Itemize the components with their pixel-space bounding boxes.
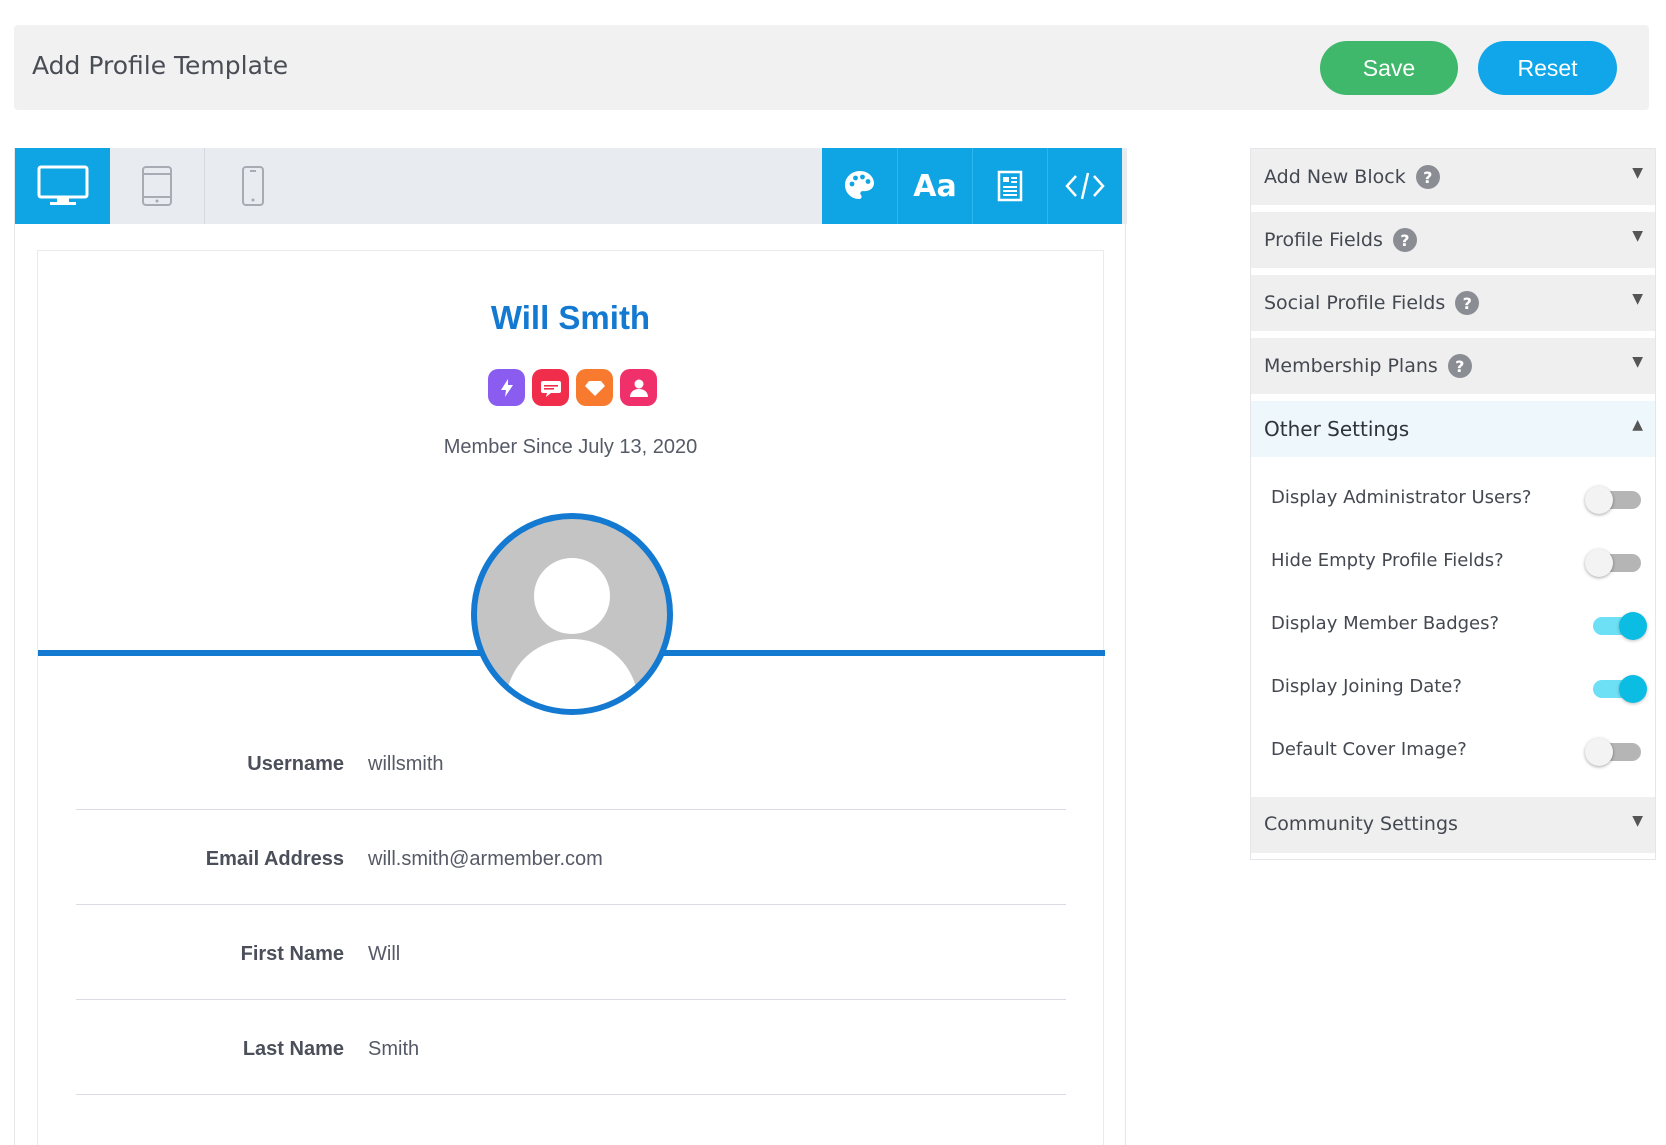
field-value: Smith bbox=[368, 1038, 420, 1060]
avatar[interactable] bbox=[471, 513, 673, 715]
display-member-badges-toggle[interactable] bbox=[1593, 612, 1647, 640]
section-add-new-block[interactable]: Add New Block? ▼ bbox=[1251, 149, 1655, 205]
page-header: Add Profile Template Save Reset bbox=[14, 25, 1649, 110]
font-settings-button[interactable]: Aa bbox=[897, 148, 972, 224]
save-button[interactable]: Save bbox=[1320, 41, 1458, 95]
section-label: Other Settings bbox=[1264, 417, 1410, 441]
member-since: Member Since July 13, 2020 bbox=[443, 436, 698, 458]
setting-label: Display Member Badges? bbox=[1271, 613, 1500, 634]
profile-preview-card: Will Smith Member Since July 13, 2020 Us… bbox=[37, 250, 1105, 1145]
setting-hide-empty-profile-fields: Hide Empty Profile Fields? bbox=[1271, 548, 1641, 578]
layout-settings-button[interactable] bbox=[972, 148, 1047, 224]
field-value: will.smith@armember.com bbox=[368, 848, 603, 870]
profile-field-row: Username willsmith bbox=[76, 715, 1066, 810]
section-profile-fields[interactable]: Profile Fields? ▼ bbox=[1251, 212, 1655, 268]
profile-field-row: Email Address will.smith@armember.com bbox=[76, 810, 1066, 905]
help-icon[interactable]: ? bbox=[1415, 165, 1440, 189]
field-label: Last Name bbox=[242, 1038, 344, 1060]
section-label: Add New Block bbox=[1264, 166, 1406, 188]
help-icon[interactable]: ? bbox=[1447, 354, 1472, 378]
chevron-up-icon: ▲ bbox=[1632, 417, 1643, 433]
default-cover-image-toggle[interactable] bbox=[1585, 738, 1641, 766]
settings-sidebar: Add New Block? ▼ Profile Fields? ▼ Socia… bbox=[1250, 148, 1656, 860]
chevron-down-icon: ▼ bbox=[1632, 354, 1643, 370]
editor-toolbar: Aa bbox=[15, 148, 1127, 224]
setting-label: Default Cover Image? bbox=[1271, 739, 1467, 760]
display-administrator-users-toggle[interactable] bbox=[1585, 486, 1641, 514]
page-title: Add Profile Template bbox=[32, 51, 289, 80]
member-badges bbox=[488, 369, 657, 406]
section-label: Social Profile Fields bbox=[1264, 292, 1446, 314]
mobile-icon bbox=[241, 166, 264, 206]
tablet-icon bbox=[142, 166, 172, 206]
display-joining-date-toggle[interactable] bbox=[1593, 675, 1647, 703]
field-label: First Name bbox=[240, 943, 344, 965]
section-membership-plans[interactable]: Membership Plans? ▼ bbox=[1251, 338, 1655, 394]
bolt-badge-icon bbox=[488, 369, 525, 406]
chevron-down-icon: ▼ bbox=[1632, 165, 1643, 181]
field-value: willsmith bbox=[368, 753, 444, 775]
chat-badge-icon bbox=[532, 369, 569, 406]
profile-name: Will Smith bbox=[490, 299, 651, 336]
section-label: Membership Plans bbox=[1264, 355, 1438, 377]
desktop-view-button[interactable] bbox=[15, 148, 110, 224]
hide-empty-profile-fields-toggle[interactable] bbox=[1585, 549, 1641, 577]
setting-display-joining-date: Display Joining Date? bbox=[1271, 674, 1647, 704]
setting-display-administrator-users: Display Administrator Users? bbox=[1271, 485, 1641, 515]
section-label: Profile Fields bbox=[1264, 229, 1383, 251]
field-label: Username bbox=[247, 753, 344, 775]
section-label: Community Settings bbox=[1264, 813, 1458, 835]
field-value: Will bbox=[368, 943, 401, 965]
setting-label: Display Joining Date? bbox=[1271, 676, 1462, 697]
chevron-down-icon: ▼ bbox=[1632, 291, 1643, 307]
reset-button[interactable]: Reset bbox=[1478, 41, 1617, 95]
mobile-view-button[interactable] bbox=[205, 148, 300, 224]
setting-default-cover-image: Default Cover Image? bbox=[1271, 737, 1641, 767]
field-label: Email Address bbox=[205, 848, 344, 870]
setting-display-member-badges: Display Member Badges? bbox=[1271, 611, 1647, 641]
layout-icon bbox=[997, 170, 1023, 202]
default-avatar-icon bbox=[505, 558, 639, 709]
color-scheme-button[interactable] bbox=[822, 148, 897, 224]
chevron-down-icon: ▼ bbox=[1632, 813, 1643, 829]
help-icon[interactable]: ? bbox=[1455, 291, 1480, 315]
section-community-settings[interactable]: Community Settings ▼ bbox=[1251, 797, 1655, 853]
profile-field-row: Last Name Smith bbox=[76, 1000, 1066, 1095]
code-icon bbox=[1065, 172, 1105, 200]
chevron-down-icon: ▼ bbox=[1632, 228, 1643, 244]
profile-field-row: First Name Will bbox=[76, 905, 1066, 1000]
user-badge-icon bbox=[620, 369, 657, 406]
desktop-icon bbox=[37, 165, 88, 205]
diamond-badge-icon bbox=[576, 369, 613, 406]
palette-icon bbox=[844, 171, 874, 199]
font-icon: Aa bbox=[913, 168, 957, 204]
setting-label: Display Administrator Users? bbox=[1271, 487, 1532, 508]
section-other-settings[interactable]: Other Settings ▲ bbox=[1251, 401, 1655, 457]
setting-label: Hide Empty Profile Fields? bbox=[1271, 550, 1504, 571]
tablet-view-button[interactable] bbox=[110, 148, 205, 224]
help-icon[interactable]: ? bbox=[1392, 228, 1417, 252]
section-social-profile-fields[interactable]: Social Profile Fields? ▼ bbox=[1251, 275, 1655, 331]
template-editor: Aa Will Smith Member Since July 13, 2020… bbox=[14, 148, 1127, 1145]
custom-css-button[interactable] bbox=[1047, 148, 1122, 224]
